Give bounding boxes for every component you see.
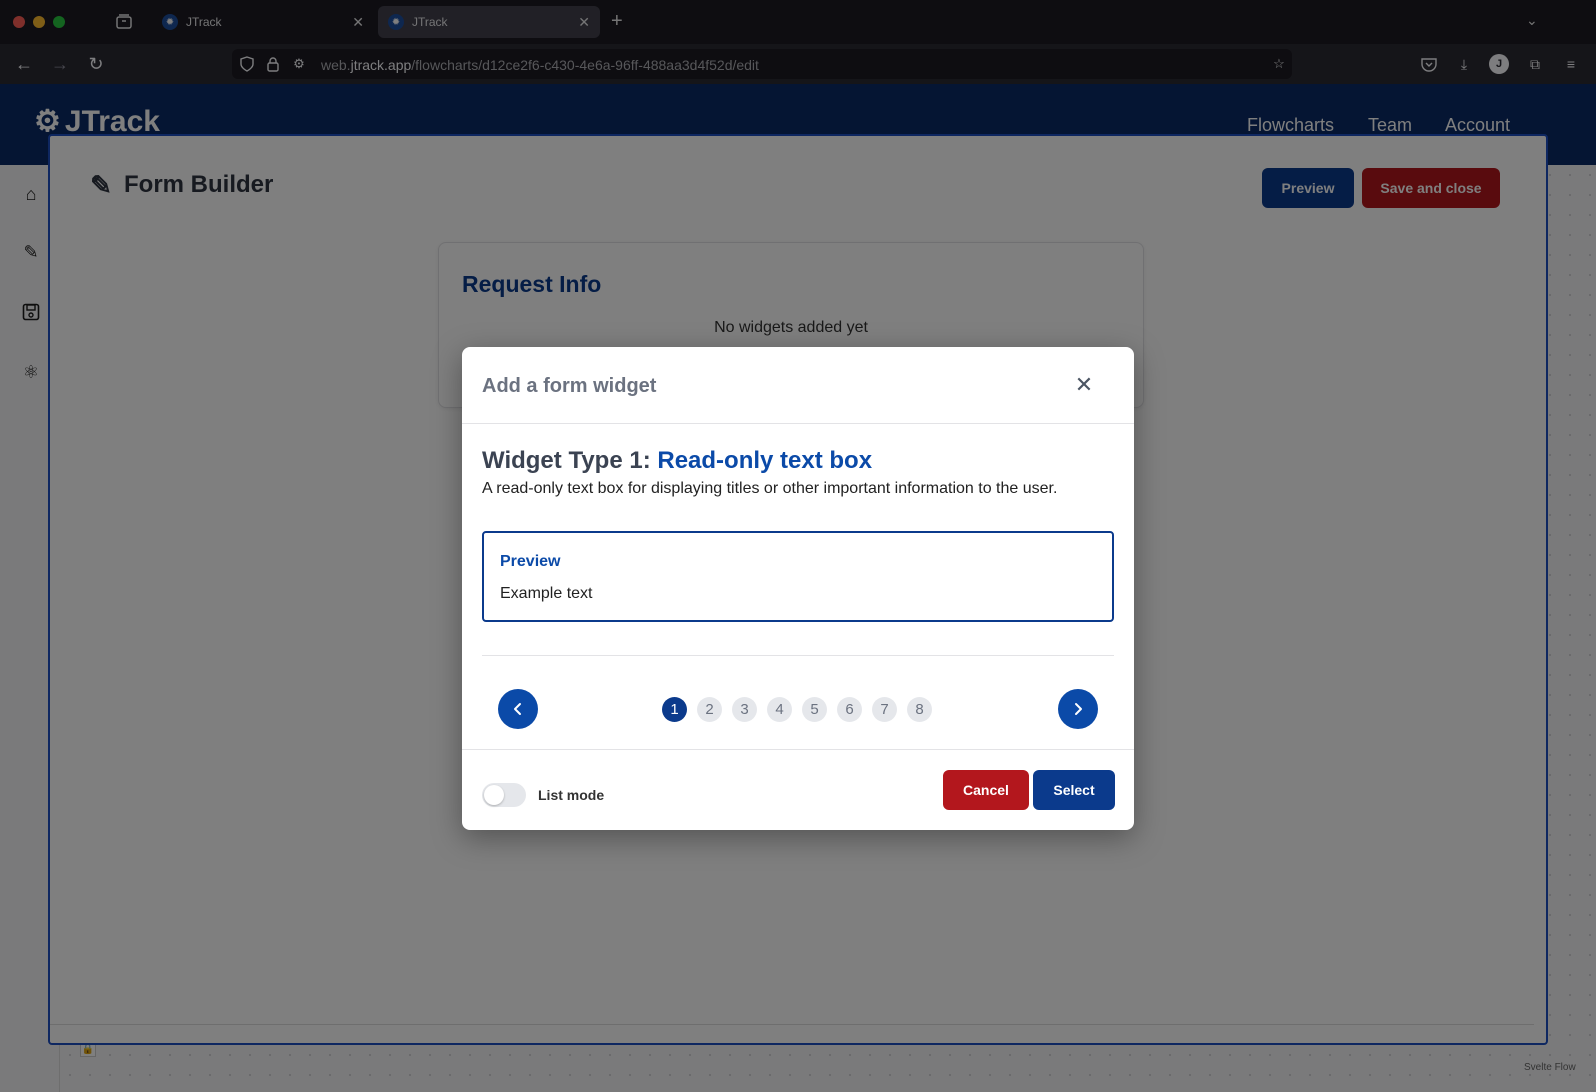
widget-preview: Preview Example text xyxy=(482,531,1114,622)
dialog-header: Add a form widget ✕ xyxy=(462,347,1134,424)
page-6-button[interactable]: 6 xyxy=(837,697,862,722)
page-4-button[interactable]: 4 xyxy=(767,697,792,722)
toggle-knob xyxy=(484,785,504,805)
preview-label: Preview xyxy=(500,553,561,570)
preview-example-text: Example text xyxy=(500,585,593,602)
select-button[interactable]: Select xyxy=(1033,770,1115,810)
list-mode-label: List mode xyxy=(538,787,605,803)
add-widget-dialog: Add a form widget ✕ Widget Type 1: Read-… xyxy=(462,347,1134,830)
dialog-footer-divider xyxy=(462,749,1134,750)
widget-type-number: Widget Type 1: xyxy=(482,447,651,474)
chevron-left-icon xyxy=(514,703,521,715)
dialog-title: Add a form widget xyxy=(482,375,657,397)
page-3-button[interactable]: 3 xyxy=(732,697,757,722)
page-7-button[interactable]: 7 xyxy=(872,697,897,722)
close-icon[interactable]: ✕ xyxy=(1068,369,1100,401)
widget-description: A read-only text box for displaying titl… xyxy=(482,480,1058,497)
widget-type-heading: Widget Type 1: Read-only text box xyxy=(482,447,872,475)
chevron-right-icon xyxy=(1075,703,1082,715)
widget-pagination: 1 2 3 4 5 6 7 8 xyxy=(662,697,932,722)
page-1-button[interactable]: 1 xyxy=(662,697,687,722)
next-widget-button[interactable] xyxy=(1058,689,1098,729)
previous-widget-button[interactable] xyxy=(498,689,538,729)
page-5-button[interactable]: 5 xyxy=(802,697,827,722)
page-8-button[interactable]: 8 xyxy=(907,697,932,722)
widget-type-name: Read-only text box xyxy=(657,447,873,474)
list-mode-toggle[interactable] xyxy=(482,783,526,807)
divider xyxy=(482,655,1114,656)
cancel-button[interactable]: Cancel xyxy=(943,770,1029,810)
page-2-button[interactable]: 2 xyxy=(697,697,722,722)
